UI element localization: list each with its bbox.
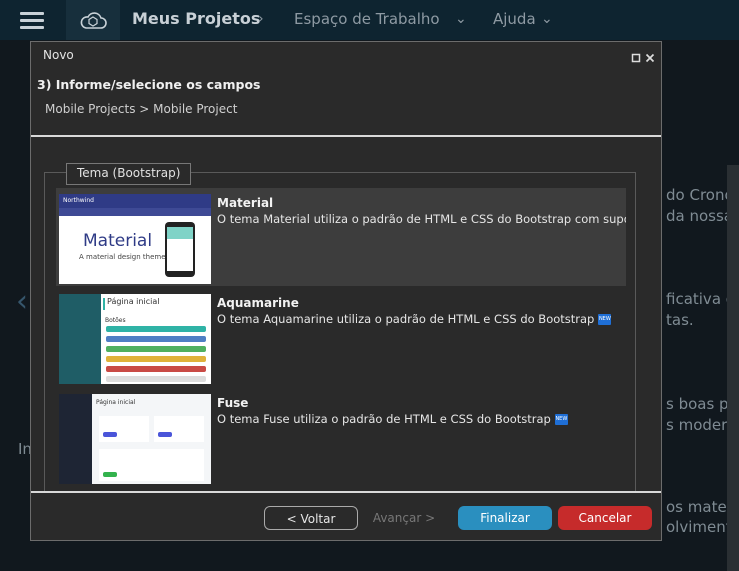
phone-icon (165, 222, 195, 277)
divider (31, 135, 661, 137)
theme-description: O tema Aquamarine utiliza o padrão de HT… (217, 312, 595, 326)
theme-name: Fuse (217, 396, 249, 410)
theme-description-row: O tema Fuse utiliza o padrão de HTML e C… (217, 412, 568, 426)
bg-text: tas. (666, 311, 694, 329)
new-project-dialog: Novo 3) Informe/selecione os campos Mobi… (30, 41, 662, 541)
thumb-title: Material (83, 231, 153, 251)
close-icon[interactable] (645, 48, 657, 63)
thumb-header: Northwind (59, 194, 211, 208)
thumb-heading: Página inicial (107, 297, 160, 306)
chevron-right-icon: › (258, 11, 264, 27)
theme-thumbnail: Northwind Material A material design the… (59, 194, 211, 284)
bg-text: da nossa (666, 207, 733, 225)
divider (31, 491, 661, 493)
menu-icon[interactable] (20, 12, 44, 29)
bg-text: do Crono (666, 186, 734, 204)
theme-thumbnail: Página inicial Botões (59, 294, 211, 384)
new-badge-icon: NEW (598, 314, 612, 325)
breadcrumb: Mobile Projects > Mobile Project (45, 102, 238, 116)
theme-description-row: O tema Aquamarine utiliza o padrão de HT… (217, 312, 612, 326)
top-bar: Meus Projetos › Espaço de Trabalho ⌄ Aju… (0, 0, 739, 40)
chevron-down-icon: ⌄ (455, 11, 467, 27)
theme-description: O tema Material utiliza o padrão de HTML… (217, 212, 626, 226)
thumb-subtitle: A material design theme (79, 253, 166, 261)
back-button[interactable]: < Voltar (264, 506, 358, 530)
step-title: 3) Informe/selecione os campos (37, 77, 261, 92)
theme-option-material[interactable]: Northwind Material A material design the… (56, 188, 626, 286)
cancel-button[interactable]: Cancelar (558, 506, 652, 530)
theme-group-label: Tema (Bootstrap) (66, 163, 192, 185)
thumb-heading: Página inicial (96, 399, 136, 406)
theme-name: Material (217, 196, 274, 210)
theme-thumbnail: Página inicial (59, 394, 211, 484)
cloud-logo-icon[interactable] (66, 0, 120, 40)
bg-text: s boas pr (666, 395, 735, 413)
nav-workspace[interactable]: Espaço de Trabalho (294, 10, 440, 28)
carousel-prev-icon[interactable]: ‹ (16, 284, 28, 319)
theme-option-fuse[interactable]: Página inicial Fuse O tema Fuse utiliza … (56, 388, 626, 486)
dialog-title: Novo (43, 48, 74, 62)
bg-text: ficativa d (666, 290, 736, 308)
theme-description: O tema Fuse utiliza o padrão de HTML e C… (217, 412, 551, 426)
chevron-down-icon: ⌄ (541, 11, 553, 27)
theme-name: Aquamarine (217, 296, 299, 310)
maximize-icon[interactable] (631, 48, 643, 63)
nav-help[interactable]: Ajuda (493, 10, 536, 28)
page-scrollbar[interactable] (727, 165, 739, 571)
nav-title[interactable]: Meus Projetos (132, 9, 260, 28)
theme-option-aquamarine[interactable]: Página inicial Botões Aquamarine O tema … (56, 288, 626, 386)
finish-button[interactable]: Finalizar (458, 506, 552, 530)
theme-list: Northwind Material A material design the… (56, 188, 626, 490)
thumb-subheading: Botões (105, 317, 126, 324)
next-button[interactable]: Avançar > (364, 506, 444, 530)
new-badge-icon: NEW (554, 414, 568, 425)
